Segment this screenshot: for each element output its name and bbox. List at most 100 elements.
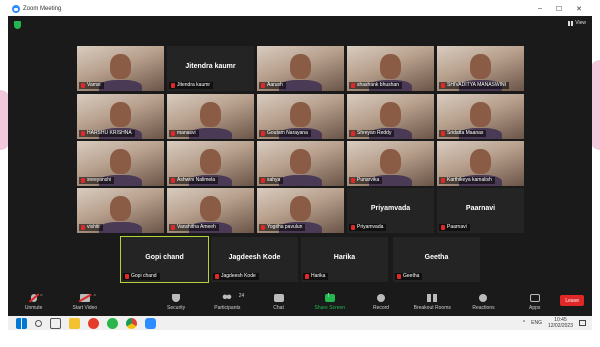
- participant-name-label: vishiti: [79, 224, 103, 231]
- participant-tile[interactable]: Jitendra kaumr Jitendra kaumr: [167, 46, 254, 91]
- whatsapp-icon[interactable]: [107, 317, 118, 329]
- breakout-rooms-icon: [427, 293, 438, 302]
- participant-display-name: Paarnavi: [465, 205, 496, 212]
- reactions-label: Reactions: [472, 304, 495, 311]
- participant-tile[interactable]: Aarush: [257, 46, 344, 91]
- record-button[interactable]: Record: [355, 288, 406, 316]
- participant-name-label: Gopi chand: [123, 273, 160, 280]
- participant-tile[interactable]: Goutam Narayana: [257, 94, 344, 139]
- audio-options-caret[interactable]: ^: [40, 294, 42, 300]
- clock[interactable]: 10:45 12/02/2023: [548, 317, 573, 329]
- participant-display-name: Priyamvada: [370, 205, 411, 212]
- zoom-taskbar-icon[interactable]: [145, 317, 156, 329]
- muted-mic-icon: [441, 83, 445, 88]
- chat-button[interactable]: Chat: [253, 288, 304, 316]
- video-options-caret[interactable]: ^: [93, 294, 95, 300]
- chrome-icon[interactable]: [126, 317, 137, 329]
- participant-tile[interactable]: SHIVADITYA MANASWINI: [437, 46, 524, 91]
- participant-label-text: Paarnavi: [447, 224, 467, 230]
- close-button[interactable]: ✕: [576, 5, 582, 13]
- language-indicator[interactable]: ENG: [531, 320, 542, 326]
- participant-video: [200, 149, 221, 174]
- participant-video: [290, 196, 311, 221]
- participant-tile[interactable]: manasvi: [167, 94, 254, 139]
- participant-tile[interactable]: Jagdeesh Kode Jagdeesh Kode: [211, 237, 298, 282]
- chat-label: Chat: [273, 304, 284, 311]
- participant-tile[interactable]: Vamsi: [77, 46, 164, 91]
- participant-tile[interactable]: Yogitha pavulun: [257, 188, 344, 233]
- windows-start-icon[interactable]: [16, 317, 27, 329]
- participant-name-label: Shreyan Reddy: [349, 130, 395, 137]
- participant-tile[interactable]: Punarvika: [347, 141, 434, 186]
- participant-tile[interactable]: Harika Harika: [301, 237, 388, 282]
- participant-video: [200, 102, 221, 127]
- participant-tile[interactable]: Priyamvada Priyamvada: [347, 188, 434, 233]
- encryption-shield-icon[interactable]: [14, 21, 21, 29]
- grid-view-icon: [568, 20, 574, 26]
- share-screen-icon: [324, 292, 335, 302]
- share-screen-label: Share Screen: [314, 304, 346, 311]
- record-icon: [377, 293, 386, 302]
- participant-tile[interactable]: Sridatta Maanas: [437, 94, 524, 139]
- participants-button[interactable]: 24 Participants: [202, 288, 253, 316]
- participant-video-body: [98, 221, 143, 233]
- unmute-label: Unmute: [24, 304, 43, 311]
- participant-tile[interactable]: Shreyan Reddy: [347, 94, 434, 139]
- muted-mic-icon: [81, 131, 85, 136]
- search-icon[interactable]: [35, 319, 42, 327]
- muted-mic-icon: [261, 83, 265, 88]
- participant-tile[interactable]: Geetha Geetha: [393, 237, 480, 282]
- office-icon[interactable]: [88, 317, 99, 329]
- security-button[interactable]: Security: [150, 288, 201, 316]
- participant-label-text: Geetha: [403, 273, 420, 279]
- participant-video: [200, 196, 221, 221]
- reactions-button[interactable]: Reactions: [458, 288, 509, 316]
- start-video-label: Start Video: [72, 304, 98, 311]
- participant-tile[interactable]: vishiti: [77, 188, 164, 233]
- start-video-button[interactable]: ^ Start Video: [59, 288, 110, 316]
- participant-tile[interactable]: sahya: [257, 141, 344, 186]
- unmute-button[interactable]: ^ Unmute: [8, 288, 59, 316]
- participant-name-label: Ashwini Nalimela: [169, 177, 219, 184]
- participant-tile[interactable]: Gopi chand Gopi chand: [120, 236, 209, 283]
- muted-mic-icon: [81, 225, 85, 230]
- participant-video: [290, 149, 311, 174]
- participant-name-label: sahya: [259, 177, 284, 184]
- muted-mic-icon: ^: [30, 293, 43, 302]
- participant-tile[interactable]: sreeyanshi: [77, 141, 164, 186]
- participant-label-text: Ashwini Nalimela: [177, 177, 216, 183]
- participant-tile[interactable]: Paarnavi Paarnavi: [437, 188, 524, 233]
- share-screen-button[interactable]: Share Screen: [304, 288, 355, 316]
- participant-name-label: Jitendra kaumr: [169, 82, 214, 89]
- video-off-icon: ^: [79, 293, 96, 302]
- participant-display-name: Jagdeesh Kode: [228, 254, 281, 261]
- notifications-icon[interactable]: [579, 320, 586, 326]
- file-explorer-icon[interactable]: [69, 317, 80, 329]
- muted-mic-icon: [171, 225, 175, 230]
- participant-tile[interactable]: Ashwini Nalimela: [167, 141, 254, 186]
- task-view-icon[interactable]: [50, 317, 61, 329]
- apps-button[interactable]: Apps: [509, 288, 560, 316]
- muted-mic-icon: [81, 178, 85, 183]
- maximize-button[interactable]: ☐: [556, 5, 562, 13]
- leave-button[interactable]: Leave: [560, 295, 584, 306]
- participant-name-label: Jagdeesh Kode: [213, 273, 259, 280]
- participant-name-label: Punarvika: [349, 177, 383, 184]
- record-label: Record: [372, 304, 390, 311]
- participant-video: [110, 102, 131, 127]
- participant-tile[interactable]: shashank bhushan: [347, 46, 434, 91]
- view-button[interactable]: View: [568, 20, 586, 26]
- participant-tile[interactable]: Vanshitha Ameeh: [167, 188, 254, 233]
- participant-label-text: Vamsi: [87, 82, 101, 88]
- participant-tile[interactable]: Karthikeya kamalish: [437, 141, 524, 186]
- breakout-rooms-button[interactable]: Breakout Rooms: [407, 288, 458, 316]
- apps-label: Apps: [529, 304, 541, 311]
- chat-bubble-icon: [273, 293, 284, 302]
- minimize-button[interactable]: –: [538, 5, 542, 13]
- muted-mic-icon: [261, 178, 265, 183]
- participant-name-label: Sridatta Maanas: [439, 130, 487, 137]
- participant-display-name: Geetha: [424, 254, 449, 261]
- participant-name-label: manasvi: [169, 130, 199, 137]
- tray-overflow-icon[interactable]: ^: [523, 320, 525, 326]
- participant-tile[interactable]: HARSHU KRISHNA: [77, 94, 164, 139]
